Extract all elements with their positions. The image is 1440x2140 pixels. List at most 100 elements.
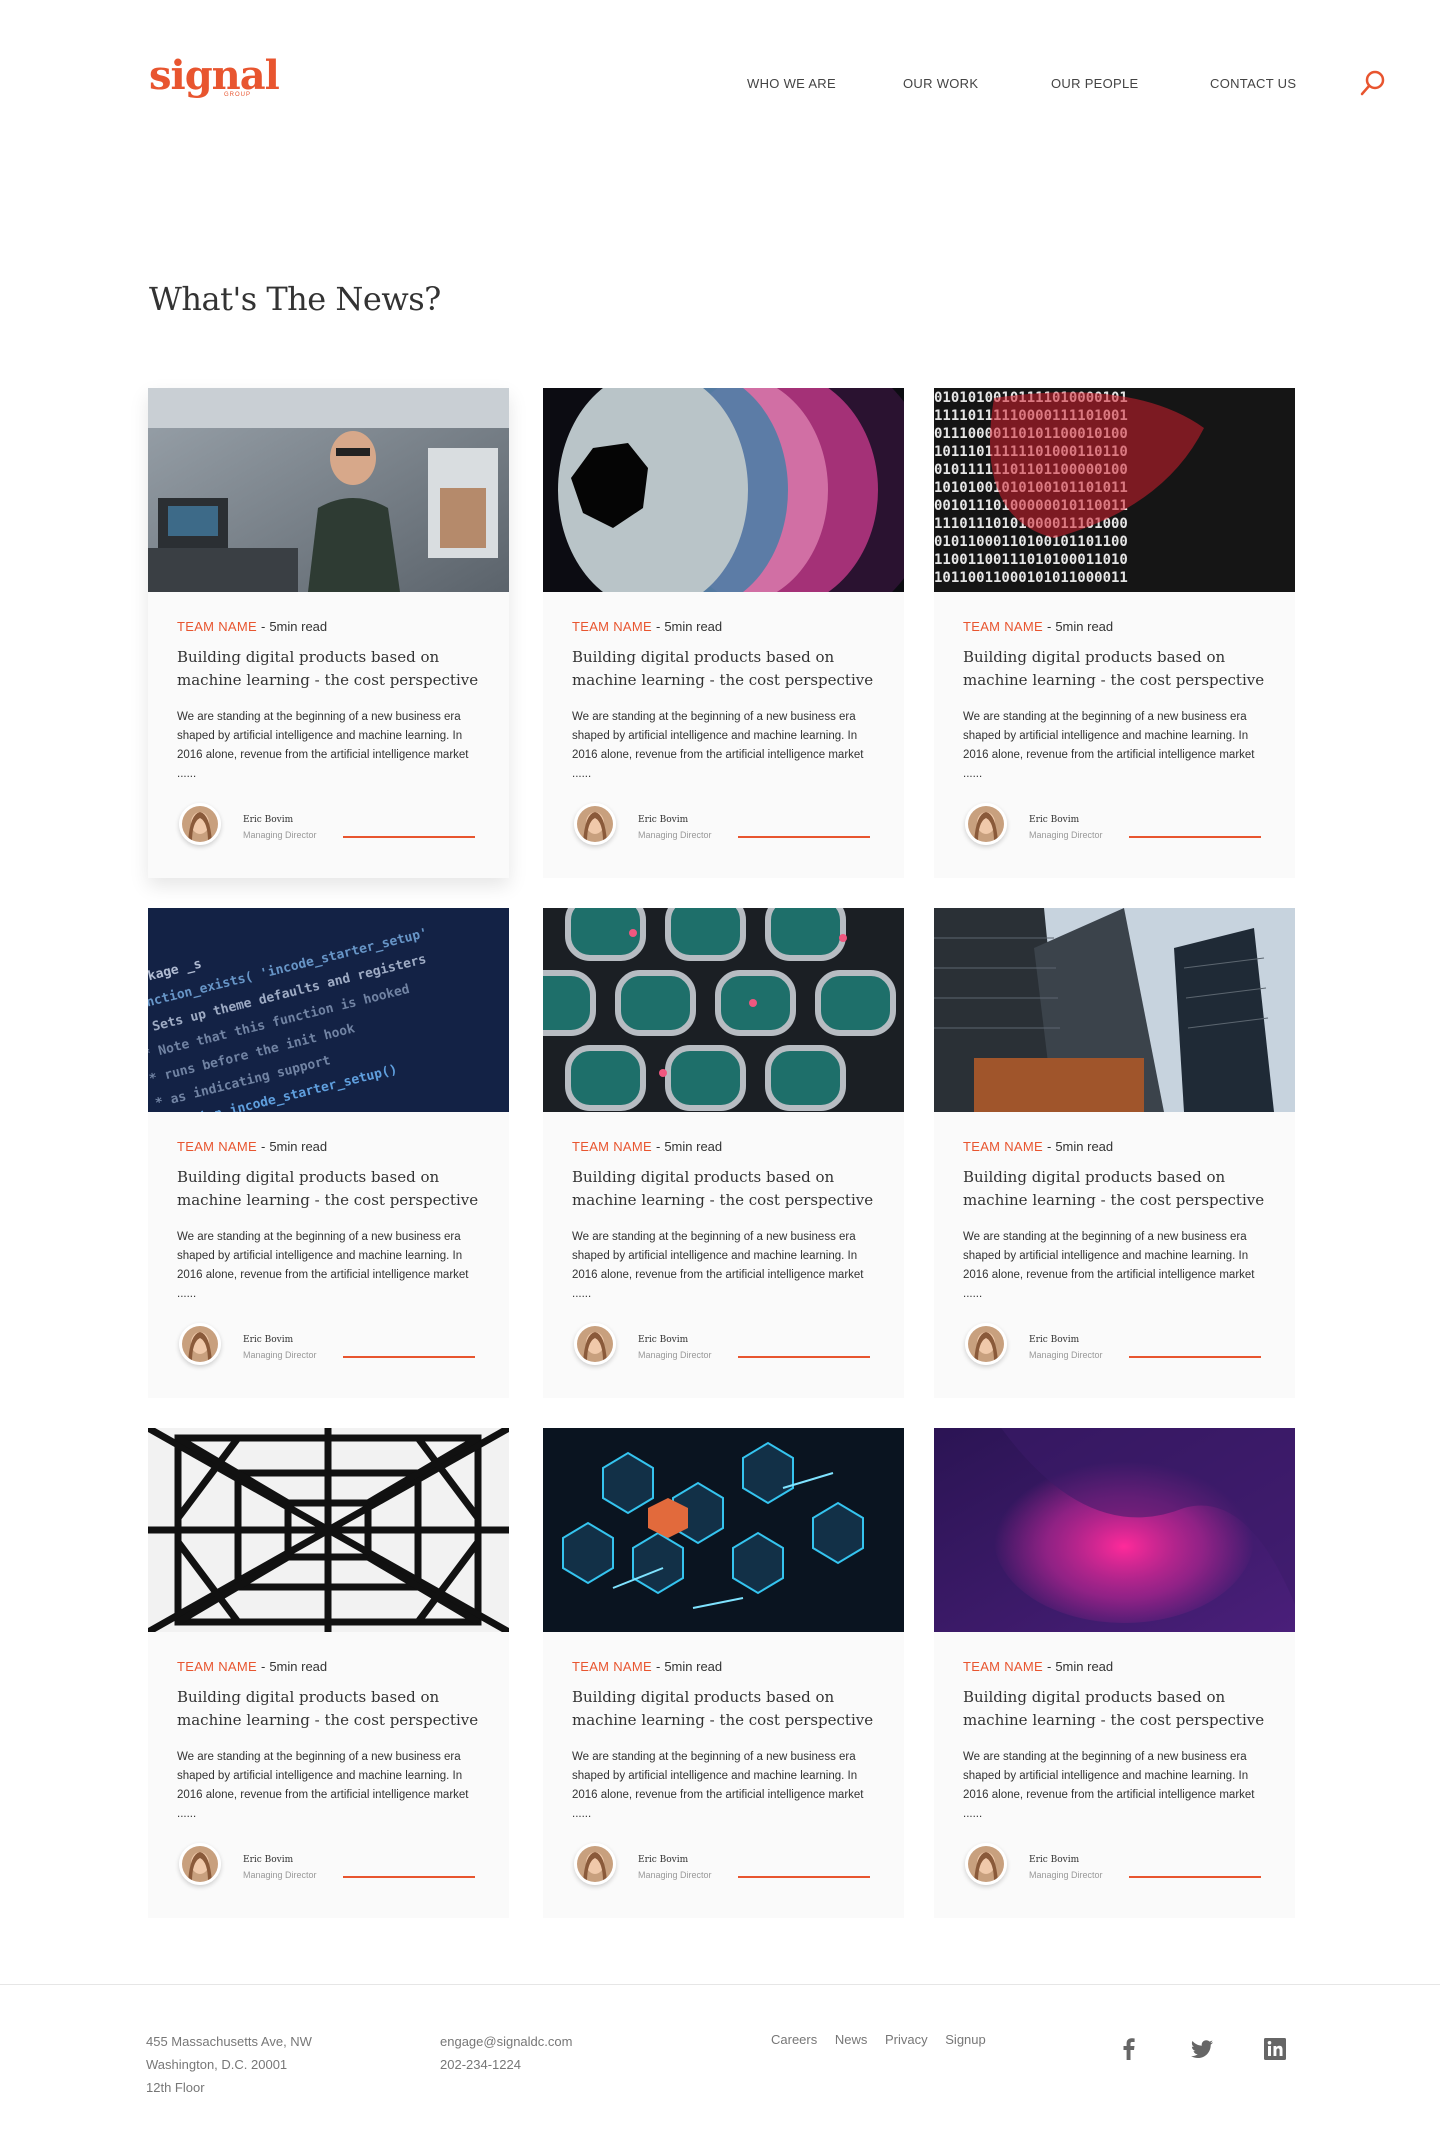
card-title[interactable]: Building digital products based on machi…	[572, 1686, 882, 1732]
card-image[interactable]	[934, 908, 1295, 1112]
card-meta: TEAM NAME -5min read	[177, 619, 327, 634]
footer-link-signup[interactable]: Signup	[945, 2032, 985, 2047]
author-role: Managing Director	[1029, 830, 1103, 840]
read-time: 5min read	[1055, 1139, 1114, 1154]
card-title[interactable]: Building digital products based on machi…	[177, 646, 487, 692]
meta-separator: -	[655, 619, 661, 634]
card-title[interactable]: Building digital products based on machi…	[572, 646, 882, 692]
accent-underline	[738, 1876, 870, 1878]
search-icon[interactable]	[1359, 69, 1387, 97]
team-name[interactable]: TEAM NAME	[572, 619, 652, 634]
avatar	[965, 1843, 1007, 1885]
author-name[interactable]: Eric Bovim	[638, 1335, 688, 1345]
card-title[interactable]: Building digital products based on machi…	[963, 1166, 1273, 1212]
author-name[interactable]: Eric Bovim	[638, 1855, 688, 1865]
read-time: 5min read	[664, 1659, 723, 1674]
team-name[interactable]: TEAM NAME	[572, 1139, 652, 1154]
card-meta: TEAM NAME -5min read	[963, 619, 1113, 634]
card-title[interactable]: Building digital products based on machi…	[963, 1686, 1273, 1732]
card-image[interactable]	[934, 1428, 1295, 1632]
news-card[interactable]: TEAM NAME -5min read Building digital pro…	[543, 1428, 904, 1918]
author-name[interactable]: Eric Bovim	[1029, 1335, 1079, 1345]
card-image[interactable]	[543, 908, 904, 1112]
team-name[interactable]: TEAM NAME	[177, 619, 257, 634]
author-name[interactable]: Eric Bovim	[1029, 815, 1079, 825]
svg-text:11001100111010100011010: 11001100111010100011010	[934, 552, 1128, 568]
card-meta: TEAM NAME -5min read	[572, 1139, 722, 1154]
news-card[interactable]: TEAM NAME -5min read Building digital pro…	[934, 908, 1295, 1398]
address-line: 12th Floor	[146, 2080, 205, 2095]
team-name[interactable]: TEAM NAME	[572, 1659, 652, 1674]
card-image[interactable]: 01010100101111010000101 1111011111000011…	[934, 388, 1295, 592]
footer-links: Careers News Privacy Signup	[771, 2032, 1000, 2047]
nav-our-work[interactable]: OUR WORK	[903, 76, 978, 91]
card-image[interactable]	[148, 388, 509, 592]
accent-underline	[1129, 836, 1261, 838]
author-role: Managing Director	[638, 1870, 712, 1880]
team-name[interactable]: TEAM NAME	[963, 1139, 1043, 1154]
facebook-icon[interactable]	[1116, 2036, 1142, 2062]
author-name[interactable]: Eric Bovim	[243, 815, 293, 825]
author-name[interactable]: Eric Bovim	[243, 1855, 293, 1865]
main-nav: WHO WE ARE OUR WORK OUR PEOPLE CONTACT U…	[0, 76, 1440, 96]
news-card[interactable]: TEAM NAME -5min read Building digital pro…	[543, 908, 904, 1398]
footer-link-news[interactable]: News	[835, 2032, 868, 2047]
avatar	[574, 1323, 616, 1365]
card-excerpt: We are standing at the beginning of a ne…	[572, 711, 864, 780]
card-title[interactable]: Building digital products based on machi…	[572, 1166, 882, 1212]
news-card[interactable]: TEAM NAME -5min read Building digital pro…	[934, 1428, 1295, 1918]
svg-text:01011000110100101101100: 01011000110100101101100	[934, 534, 1128, 550]
news-card[interactable]: package _s function_exists( 'incode_star…	[148, 908, 509, 1398]
team-name[interactable]: TEAM NAME	[177, 1659, 257, 1674]
twitter-icon[interactable]	[1189, 2036, 1215, 2062]
address-line: 455 Massachusetts Ave, NW	[146, 2034, 312, 2049]
avatar	[179, 1323, 221, 1365]
accent-underline	[1129, 1356, 1261, 1358]
card-title[interactable]: Building digital products based on machi…	[177, 1166, 487, 1212]
team-name[interactable]: TEAM NAME	[963, 619, 1043, 634]
team-name[interactable]: TEAM NAME	[963, 1659, 1043, 1674]
meta-separator: -	[655, 1139, 661, 1154]
footer-phone[interactable]: 202-234-1224	[440, 2053, 572, 2076]
accent-underline	[343, 1876, 475, 1878]
linkedin-icon[interactable]	[1262, 2036, 1288, 2062]
nav-our-people[interactable]: OUR PEOPLE	[1051, 76, 1139, 91]
footer-email[interactable]: engage@signaldc.com	[440, 2030, 572, 2053]
avatar	[179, 1843, 221, 1885]
card-excerpt: We are standing at the beginning of a ne…	[177, 1751, 469, 1820]
news-card[interactable]: 01010100101111010000101 1111011111000011…	[934, 388, 1295, 878]
meta-separator: -	[260, 1139, 266, 1154]
footer-divider	[0, 1984, 1440, 1985]
accent-underline	[343, 1356, 475, 1358]
avatar	[965, 803, 1007, 845]
card-title[interactable]: Building digital products based on machi…	[177, 1686, 487, 1732]
card-excerpt: We are standing at the beginning of a ne…	[963, 711, 1255, 780]
card-image[interactable]: package _s function_exists( 'incode_star…	[148, 908, 509, 1112]
author-name[interactable]: Eric Bovim	[1029, 1855, 1079, 1865]
avatar	[574, 1843, 616, 1885]
footer-link-careers[interactable]: Careers	[771, 2032, 817, 2047]
footer-link-privacy[interactable]: Privacy	[885, 2032, 928, 2047]
news-card[interactable]: TEAM NAME -5min read Building digital pro…	[148, 1428, 509, 1918]
author-role: Managing Director	[243, 1870, 317, 1880]
author-name[interactable]: Eric Bovim	[243, 1335, 293, 1345]
nav-contact-us[interactable]: CONTACT US	[1210, 76, 1296, 91]
accent-underline	[1129, 1876, 1261, 1878]
card-image[interactable]	[148, 1428, 509, 1632]
news-card[interactable]: TEAM NAME -5min read Building digital pro…	[543, 388, 904, 878]
avatar	[179, 803, 221, 845]
news-card[interactable]: TEAM NAME -5min read Building digital pro…	[148, 388, 509, 878]
card-meta: TEAM NAME -5min read	[572, 1659, 722, 1674]
team-name[interactable]: TEAM NAME	[177, 1139, 257, 1154]
footer-contact: engage@signaldc.com 202-234-1224	[440, 2030, 572, 2076]
card-title[interactable]: Building digital products based on machi…	[963, 646, 1273, 692]
card-meta: TEAM NAME -5min read	[963, 1139, 1113, 1154]
card-excerpt: We are standing at the beginning of a ne…	[963, 1751, 1255, 1820]
author-role: Managing Director	[243, 830, 317, 840]
nav-who-we-are[interactable]: WHO WE ARE	[747, 76, 836, 91]
read-time: 5min read	[269, 1659, 328, 1674]
card-image[interactable]	[543, 1428, 904, 1632]
author-name[interactable]: Eric Bovim	[638, 815, 688, 825]
card-image[interactable]	[543, 388, 904, 592]
footer-address: 455 Massachusetts Ave, NW Washington, D.…	[146, 2030, 312, 2099]
